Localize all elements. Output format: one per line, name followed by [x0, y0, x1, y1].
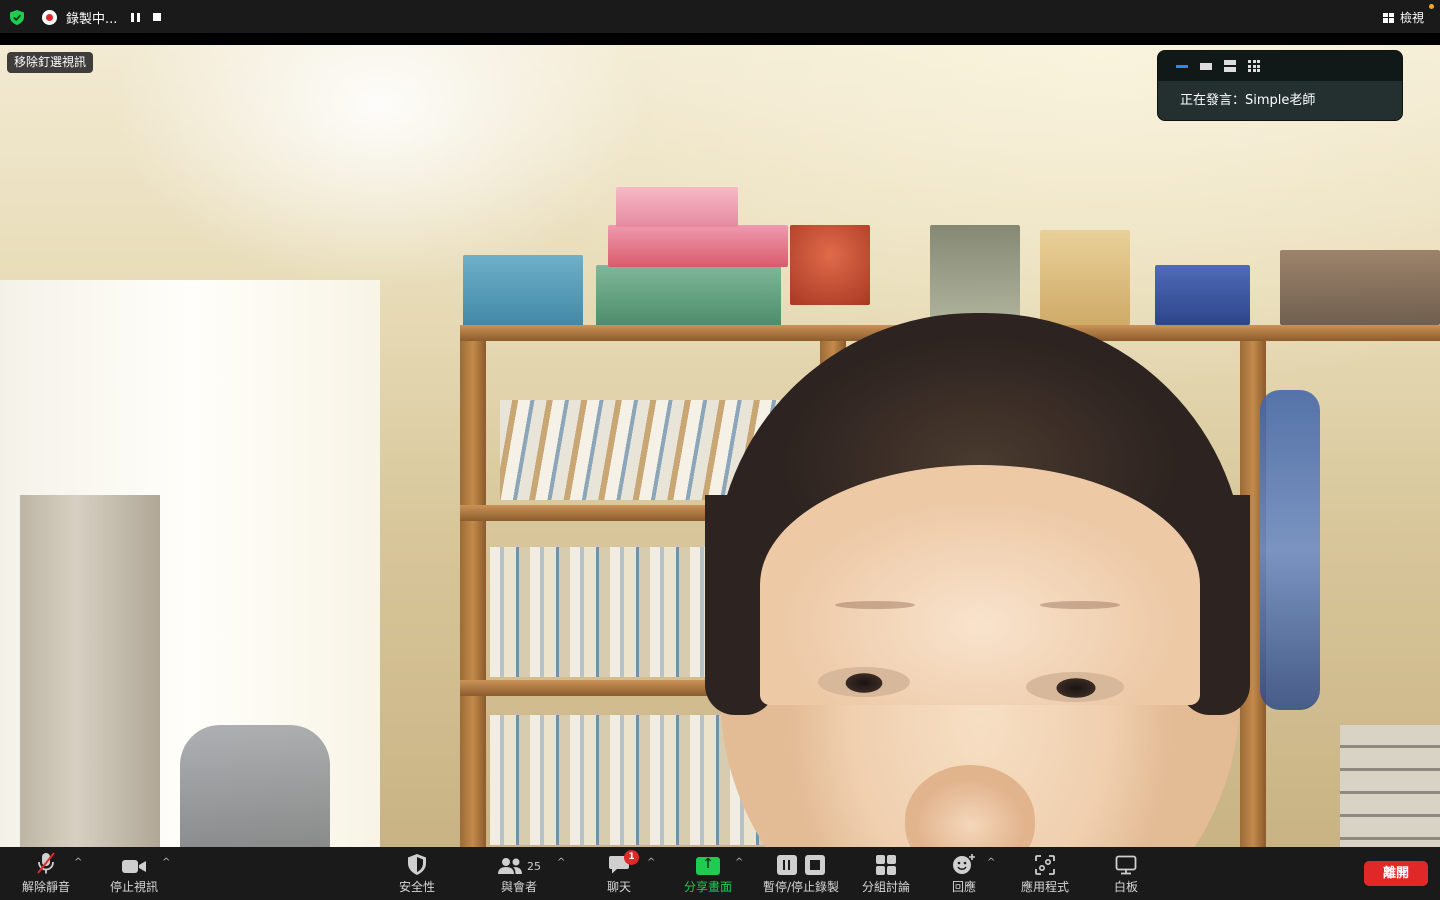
pause-stop-recording-button[interactable]: 暫停/停止錄製 [760, 847, 842, 900]
trophy [1040, 230, 1130, 325]
gallery-view-icon[interactable] [1248, 60, 1260, 72]
participants-icon [498, 858, 522, 874]
stop-video-button[interactable]: 停止視訊 [106, 847, 162, 900]
participants-options-caret[interactable]: ^ [557, 857, 565, 868]
video-feed [0, 45, 1440, 847]
board-game-box [596, 265, 781, 327]
curtain [20, 495, 160, 847]
breakout-rooms-label: 分組討論 [861, 880, 910, 894]
share-screen-icon [696, 856, 720, 875]
shield-check-icon[interactable] [10, 10, 24, 25]
participants-count: 25 [527, 860, 541, 873]
audio-options-caret[interactable]: ^ [74, 857, 82, 868]
record-icon [42, 9, 57, 25]
stop-video-label: 停止視訊 [109, 880, 158, 894]
speaker-view-icon[interactable] [1176, 60, 1188, 72]
share-screen-label: 分享畫面 [683, 880, 732, 894]
security-label: 安全性 [398, 880, 435, 894]
share-screen-button[interactable]: 分享畫面 [682, 847, 734, 900]
meeting-top-bar: 錄製中... 檢視 [0, 0, 1440, 34]
record-pause-icon[interactable] [777, 855, 797, 875]
unmute-button[interactable]: 解除靜音 [18, 847, 74, 900]
chat-button[interactable]: 聊天 1 [602, 847, 639, 900]
participants-button[interactable]: 25 與會者 [494, 847, 544, 900]
participants-label: 與會者 [500, 880, 537, 894]
unmute-label: 解除靜音 [21, 880, 70, 894]
recording-label: 錄製中... [66, 11, 118, 27]
red-tin [790, 225, 870, 305]
pencil-cup [930, 225, 1020, 325]
recording-indicator: 錄製中... [42, 8, 162, 27]
layout-switcher [1158, 51, 1402, 81]
security-shield-icon [408, 854, 426, 875]
reactions-options-caret[interactable]: ^ [987, 857, 995, 868]
meeting-toolbar: 解除靜音 ^ 停止視訊 ^ 安全性 25 與會者 ^ 聊天 1 ^ ↑ 分享畫面… [0, 847, 1440, 900]
pause-stop-recording-label: 暫停/停止錄製 [762, 880, 840, 894]
chat-label: 聊天 [606, 880, 631, 894]
view-grid-icon [1382, 12, 1394, 23]
leave-meeting-button[interactable]: 離開 [1364, 861, 1428, 886]
board-game-box [463, 255, 583, 330]
notification-dot [1429, 4, 1434, 9]
whiteboard-icon [1115, 855, 1137, 875]
participant-eye [1026, 672, 1124, 702]
microphone-muted-icon [37, 852, 55, 874]
whiteboard-button[interactable]: 白板 [1110, 847, 1142, 900]
chat-options-caret[interactable]: ^ [647, 857, 655, 868]
video-options-caret[interactable]: ^ [162, 857, 170, 868]
record-stop-icon[interactable] [805, 855, 825, 875]
stop-icon[interactable] [153, 13, 162, 21]
reactions-button[interactable]: 回應 [948, 847, 980, 900]
apps-label: 應用程式 [1020, 880, 1069, 894]
participant-eye [818, 667, 910, 697]
breakout-rooms-icon [876, 855, 896, 875]
reaction-emoji-icon [953, 854, 975, 874]
chair [180, 725, 330, 847]
pause-icon[interactable] [131, 12, 141, 22]
dark-item [1280, 250, 1440, 325]
reactions-label: 回應 [951, 880, 976, 894]
medal-ribbon [1260, 390, 1320, 710]
view-label: 檢視 [1399, 11, 1424, 25]
stacked-view-icon[interactable] [1224, 60, 1236, 72]
chat-unread-badge: 1 [624, 850, 639, 865]
view-button[interactable]: 檢視 [1382, 9, 1424, 26]
security-button[interactable]: 安全性 [394, 847, 440, 900]
board-game-box [616, 187, 738, 227]
blue-box [1155, 265, 1250, 325]
film-strip-icon[interactable] [1200, 60, 1212, 72]
board-game-box [608, 225, 788, 267]
share-options-caret[interactable]: ^ [735, 857, 743, 868]
unpin-video-button[interactable]: 移除釘選視訊 [7, 52, 94, 73]
drawer-unit [1340, 725, 1440, 847]
apps-button[interactable]: 應用程式 [1018, 847, 1072, 900]
active-speaker-panel: 正在發言：Simple老師 [1157, 50, 1403, 121]
active-speaker-text: 正在發言：Simple老師 [1180, 93, 1316, 108]
breakout-rooms-button[interactable]: 分組討論 [860, 847, 912, 900]
video-camera-icon [122, 860, 146, 873]
apps-icon [1035, 855, 1055, 875]
whiteboard-label: 白板 [1113, 880, 1138, 894]
